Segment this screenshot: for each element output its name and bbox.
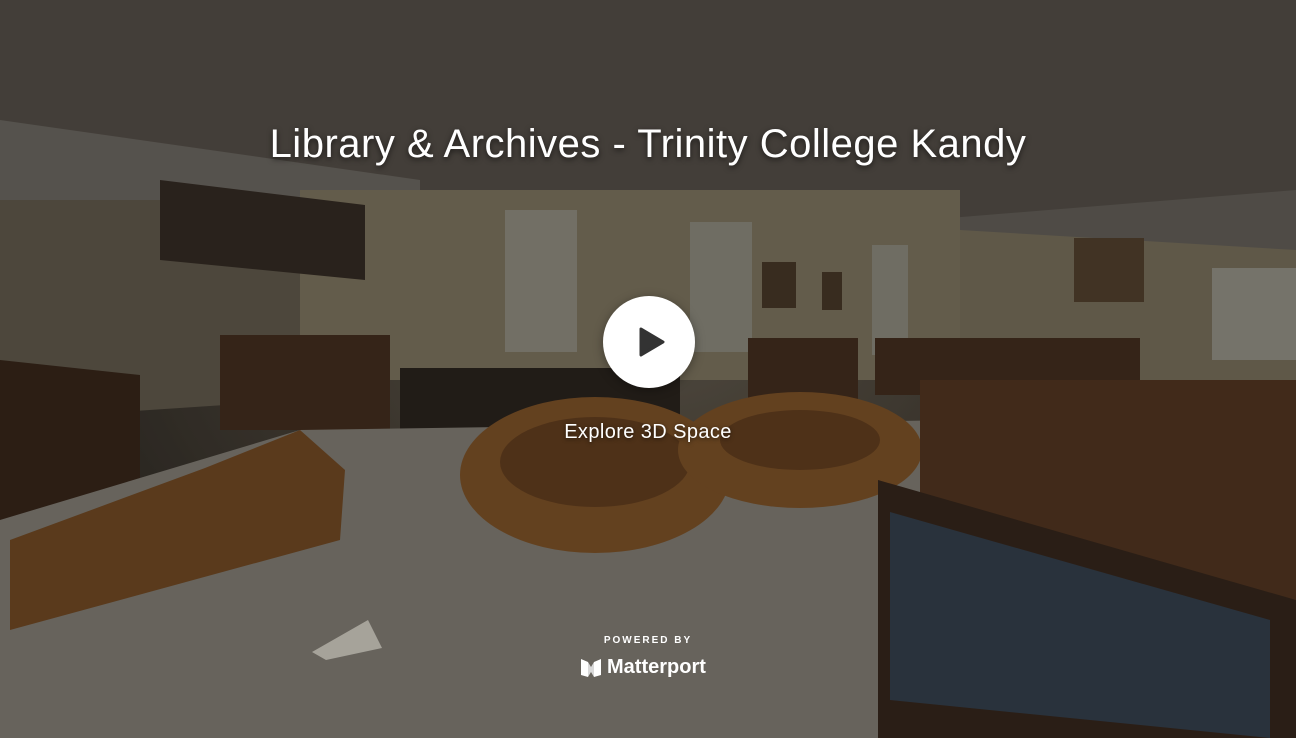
explore-3d-space-link[interactable]: Explore 3D Space [0,421,1296,444]
matterport-brand-name: Matterport [607,655,706,678]
play-button[interactable] [603,296,695,388]
powered-by-label: POWERED BY [603,635,693,646]
play-icon [639,327,665,357]
space-title: Library & Archives - Trinity College Kan… [269,122,1027,166]
matterport-logo-icon [581,659,601,677]
matterport-brand-link[interactable]: Matterport [579,654,706,680]
tour-viewer[interactable]: Library & Archives - Trinity College Kan… [0,0,1296,738]
